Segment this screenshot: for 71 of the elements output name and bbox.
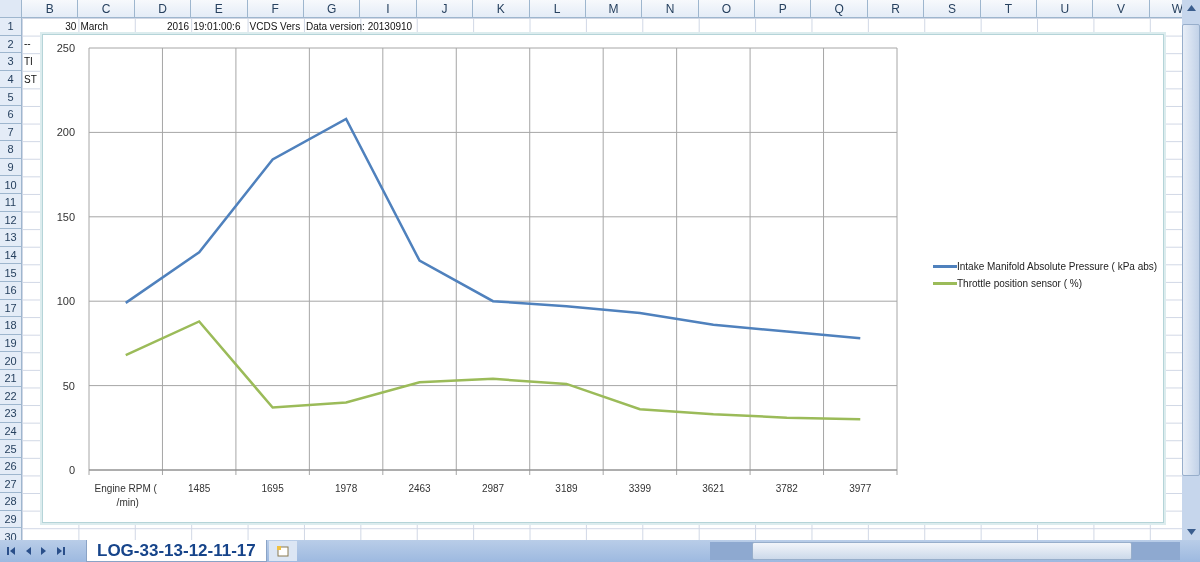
row-header[interactable]: 1	[0, 18, 22, 36]
column-header[interactable]: I	[360, 0, 417, 18]
column-header[interactable]: G	[303, 0, 361, 18]
scroll-thumb[interactable]	[1182, 24, 1200, 476]
column-header[interactable]: D	[134, 0, 192, 18]
axis-category-label: 2987	[481, 483, 505, 494]
column-header[interactable]: U	[1037, 0, 1094, 18]
axis-category-label: 3977	[849, 483, 872, 494]
axis-category-label: Engine RPM ( /min)	[94, 483, 157, 508]
axis-tick-label: 150	[56, 210, 75, 223]
axis-category-label: 2463	[408, 483, 431, 494]
row-header[interactable]: 23	[0, 405, 22, 423]
cell-text: ST	[24, 73, 37, 86]
row-header[interactable]: 5	[0, 88, 22, 106]
cell-text: VCDS Vers	[249, 20, 301, 33]
axis-category-label: 3782	[775, 483, 798, 494]
row-header[interactable]: 22	[0, 387, 22, 406]
axis-tick-label: 100	[56, 295, 75, 308]
row-header[interactable]: 28	[0, 493, 22, 511]
column-header[interactable]: F	[247, 0, 304, 18]
row-header[interactable]: 25	[0, 440, 22, 458]
column-header[interactable]: K	[473, 0, 530, 18]
row-header[interactable]: 15	[0, 264, 22, 282]
column-header[interactable]: V	[1093, 0, 1150, 18]
row-header[interactable]: 3	[0, 53, 22, 71]
cell-text: March	[80, 20, 109, 33]
column-header[interactable]: Q	[811, 0, 868, 18]
column-header[interactable]: O	[698, 0, 756, 18]
column-header[interactable]: M	[585, 0, 643, 18]
axis-tick-label: 0	[68, 464, 75, 476]
scroll-thumb[interactable]	[752, 542, 1132, 560]
axis-category-label: 3189	[555, 483, 578, 494]
axis-category-label: 1485	[188, 483, 211, 494]
column-header[interactable]: R	[867, 0, 925, 18]
cell-text: 19:01:00:6	[193, 20, 241, 33]
axis-tick-label: 250	[56, 42, 75, 54]
row-header[interactable]: 27	[0, 475, 22, 494]
cell-text: 30	[65, 20, 77, 33]
column-header[interactable]: E	[191, 0, 248, 18]
column-header[interactable]: C	[78, 0, 135, 18]
column-header[interactable]: J	[416, 0, 474, 18]
row-header[interactable]: 10	[0, 176, 22, 194]
cell-text: 2016	[166, 20, 190, 33]
sheet-tab[interactable]: LOG-33-13-12-11-17	[86, 540, 267, 562]
line-chart[interactable]: 0 50 100 150 200 250 Engine RPM ( /min) 1485 1695 1978 2463 2987 3189 3399 3621 3782 3977 Intake Manifold Absolute Pressure ( kPa abs) Throttle position sensor ( %)	[42, 34, 1164, 523]
axis-category-label: 1695	[261, 483, 284, 494]
skip-arrow-icon[interactable]	[6, 545, 18, 557]
row-header[interactable]: 20	[0, 352, 22, 370]
column-header[interactable]: T	[980, 0, 1038, 18]
row-header[interactable]: 8	[0, 141, 22, 159]
row-header[interactable]: 30	[0, 528, 22, 540]
column-header[interactable]: N	[642, 0, 699, 18]
legend-label: Intake Manifold Absolute Pressure ( kPa abs)	[957, 261, 1158, 272]
horizontal-scrollbar[interactable]	[710, 542, 1180, 560]
cell-text: TI	[24, 56, 33, 68]
column-header[interactable]: S	[924, 0, 981, 18]
row-header[interactable]: 13	[0, 229, 22, 247]
axis-category-label: 3399	[628, 483, 652, 494]
cell-text: --	[24, 38, 31, 51]
skip-arrow-icon[interactable]	[54, 545, 66, 557]
vertical-scrollbar[interactable]	[1182, 0, 1200, 540]
column-header[interactable]: P	[755, 0, 812, 18]
axis-category-label: 3621	[702, 483, 725, 494]
axis-tick-label: 200	[56, 126, 75, 139]
axis-tick-label: 50	[62, 379, 75, 392]
axis-category-label: 1978	[334, 483, 358, 494]
legend-label: Throttle position sensor ( %)	[957, 278, 1083, 289]
column-header[interactable]: B	[22, 0, 79, 18]
cell-text: Data version: 20130910	[305, 20, 413, 33]
row-header[interactable]: 18	[0, 317, 22, 335]
column-header[interactable]: L	[529, 0, 586, 18]
